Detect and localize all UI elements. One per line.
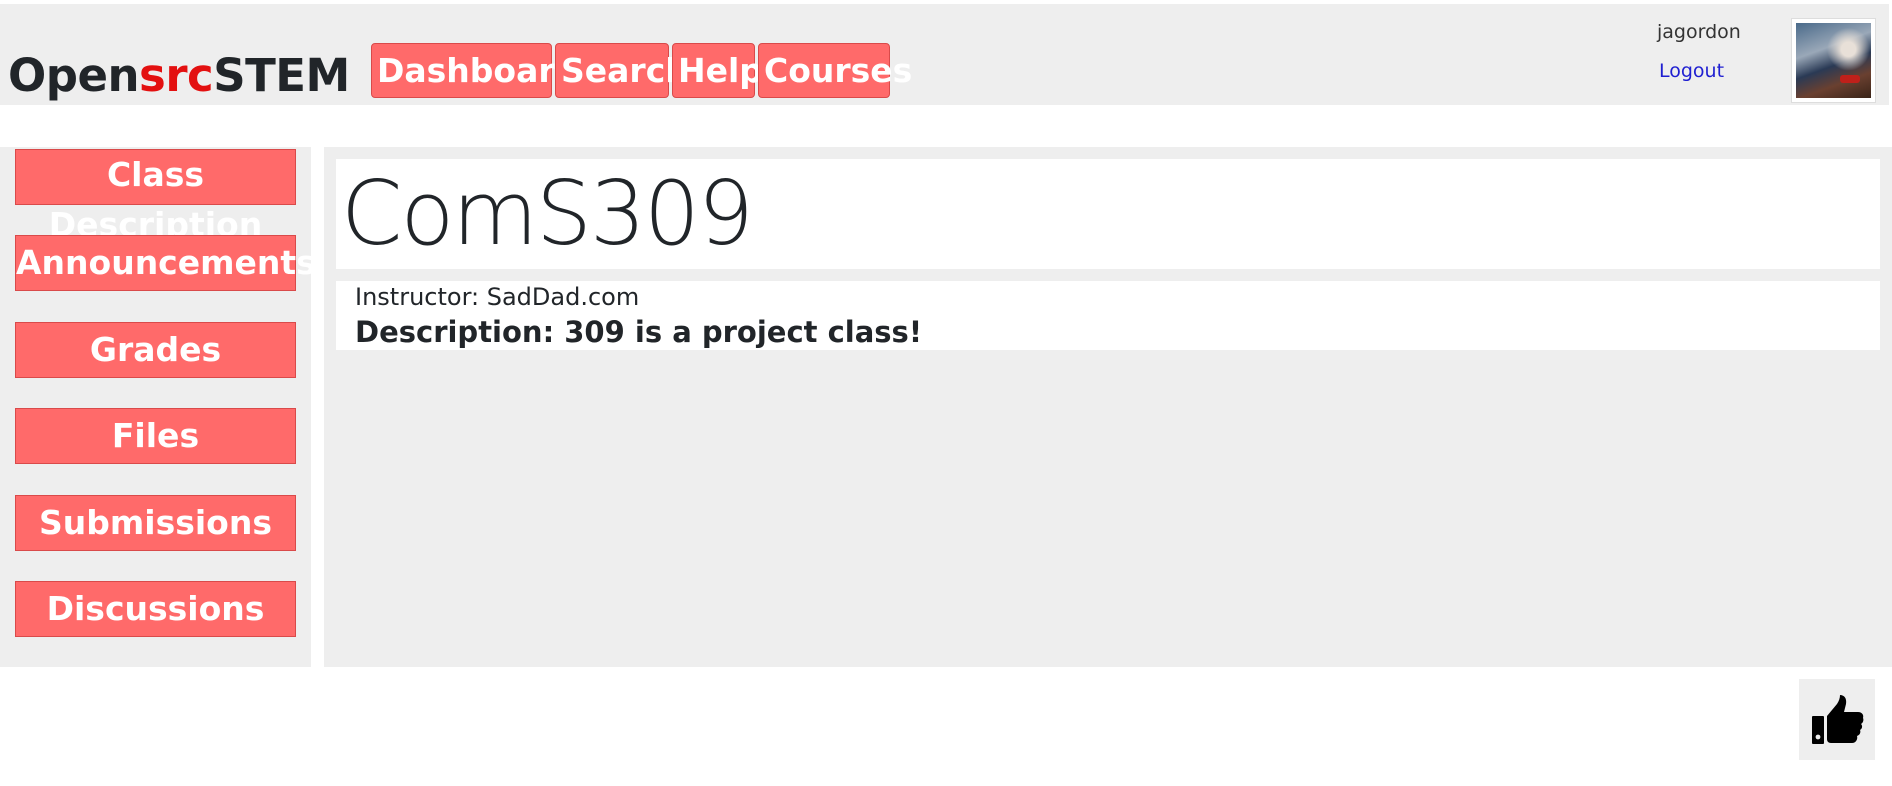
avatar-image (1796, 23, 1871, 98)
page-title: ComS309 (341, 162, 754, 265)
sidebar-item-submissions[interactable]: Submissions (15, 495, 296, 551)
logo-text-stem: STEM (213, 49, 350, 102)
instructor-text: Instructor: SadDad.com (355, 283, 640, 311)
nav-dashboard-button[interactable]: Dashboard (371, 43, 578, 98)
course-sidebar: Class Description Announcements Grades F… (0, 147, 316, 667)
course-info-panel: Instructor: SadDad.com Description: 309 … (336, 281, 1880, 350)
nav-search-button[interactable]: Search (555, 43, 689, 98)
top-nav: Dashboard Search Help Courses (371, 43, 912, 98)
username-label: jagordon (1657, 21, 1741, 43)
sidebar-item-files[interactable]: Files (15, 408, 296, 464)
avatar[interactable] (1791, 18, 1876, 103)
main-content: ComS309 Instructor: SadDad.com Descripti… (324, 147, 1892, 667)
logo-text-open: Open (8, 49, 140, 102)
like-button[interactable] (1799, 679, 1875, 760)
sidebar-item-announcements[interactable]: Announcements (15, 235, 316, 291)
app-logo[interactable]: OpensrcSTEM (8, 46, 350, 106)
course-title-panel: ComS309 (336, 159, 1880, 269)
sidebar-item-grades[interactable]: Grades (15, 322, 296, 378)
top-header: OpensrcSTEM Dashboard Search Help Course… (0, 4, 1889, 105)
logo-text-src: src (139, 49, 214, 102)
thumbs-up-icon (1812, 694, 1864, 744)
nav-help-button[interactable]: Help (672, 43, 763, 98)
nav-courses-button[interactable]: Courses (758, 43, 912, 98)
description-text: Description: 309 is a project class! (355, 315, 923, 349)
sidebar-item-discussions[interactable]: Discussions (15, 581, 296, 637)
sidebar-item-class-description[interactable]: Class Description (15, 149, 296, 244)
logout-link[interactable]: Logout (1659, 60, 1724, 82)
